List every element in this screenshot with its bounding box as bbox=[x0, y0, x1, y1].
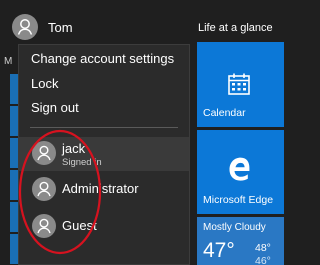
edge-icon bbox=[229, 157, 250, 181]
change-account-settings-item[interactable]: Change account settings bbox=[31, 51, 174, 66]
weather-tile[interactable]: Mostly Cloudy 47° 48° 46° bbox=[197, 217, 284, 265]
weather-condition: Mostly Cloudy bbox=[203, 222, 266, 233]
annotation-ellipse bbox=[18, 129, 102, 255]
current-user-name[interactable]: Tom bbox=[48, 20, 73, 35]
weather-low: 46° bbox=[255, 255, 271, 265]
edge-label: Microsoft Edge bbox=[203, 194, 274, 206]
weather-temperature: 47° bbox=[203, 239, 235, 262]
sign-out-item[interactable]: Sign out bbox=[31, 100, 79, 115]
left-rail: M bbox=[0, 44, 20, 265]
calendar-label: Calendar bbox=[203, 107, 246, 119]
start-menu: Tom M Life at a glance Calendar Microsof… bbox=[0, 0, 284, 265]
calendar-icon bbox=[228, 73, 250, 95]
user-avatar-icon[interactable] bbox=[12, 14, 38, 40]
calendar-tile[interactable]: Calendar bbox=[197, 42, 284, 127]
lock-item[interactable]: Lock bbox=[31, 76, 58, 91]
rail-letter: M bbox=[4, 56, 13, 67]
edge-tile[interactable]: Microsoft Edge bbox=[197, 130, 284, 214]
user-bar: Tom bbox=[0, 0, 190, 44]
weather-high: 48° bbox=[255, 242, 271, 254]
group-title: Life at a glance bbox=[198, 22, 273, 34]
